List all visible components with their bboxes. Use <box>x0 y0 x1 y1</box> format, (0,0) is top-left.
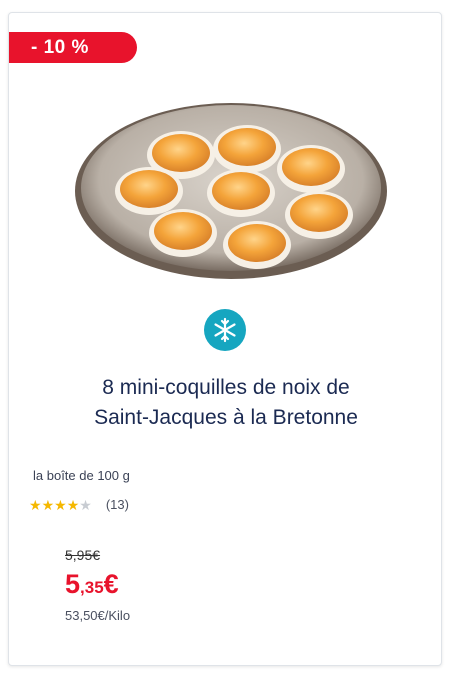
product-title[interactable]: 8 mini-coquilles de noix de Saint-Jacque… <box>29 373 423 433</box>
pack-size: la boîte de 100 g <box>33 468 130 483</box>
star-empty-icon: ★ <box>79 496 92 513</box>
new-price: 5 ,35 € <box>65 569 119 600</box>
unit-price: 53,50€/Kilo <box>65 608 131 623</box>
product-title-line-1: 8 mini-coquilles de noix de <box>102 376 350 399</box>
old-price: 5,95€ <box>65 547 101 563</box>
discount-badge: - 10 % <box>9 32 137 63</box>
star-icon: ★ <box>66 496 80 513</box>
new-price-currency: € <box>103 569 119 599</box>
product-title-line-2: Saint-Jacques à la Bretonne <box>94 406 358 429</box>
new-price-integer: 5 <box>65 569 81 599</box>
snowflake-icon <box>204 309 246 351</box>
star-icon: ★ <box>29 496 42 513</box>
product-image[interactable] <box>71 93 391 283</box>
new-price-decimal: ,35 <box>80 578 104 597</box>
rating[interactable]: ★ ★ ★ ★ ★ (13) <box>29 497 129 512</box>
star-icon: ★ <box>41 496 55 513</box>
review-count: (13) <box>105 497 129 512</box>
product-card[interactable]: - 10 % 8 mini-coquilles de noix de Saint… <box>8 12 442 666</box>
star-icon: ★ <box>54 496 67 513</box>
discount-label: - 10 % <box>31 36 89 58</box>
